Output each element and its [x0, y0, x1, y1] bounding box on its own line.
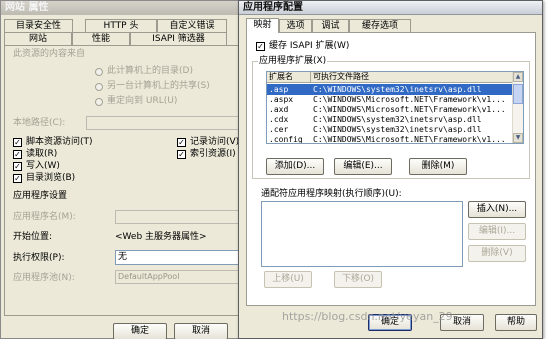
app-pool-label: 应用程序池(N): — [13, 273, 75, 283]
checkbox-read[interactable]: ✓ — [13, 150, 22, 159]
radio-local-directory[interactable] — [95, 68, 103, 76]
list-header-exec-path[interactable]: 可执行文件路径 — [311, 72, 514, 83]
scroll-down-icon[interactable]: ▼ — [513, 133, 523, 143]
checkbox-read-label: 读取(R) — [26, 149, 58, 159]
scroll-up-icon[interactable]: ▲ — [513, 72, 523, 82]
cache-isapi-label: 缓存 ISAPI 扩展(W) — [269, 41, 350, 51]
checkbox-log-visits-label: 记录访问(V) — [190, 137, 240, 147]
extensions-list-scrollbar[interactable]: ▲ ▼ — [512, 72, 523, 143]
checkbox-index-resource[interactable]: ✓ — [177, 150, 186, 159]
watermark: https://blog.csdn.net/yeyan_29... — [282, 310, 464, 323]
radio-network-share-label: 另一台计算机上的共享(S) — [107, 81, 210, 91]
help-button[interactable]: 帮助 — [495, 314, 537, 331]
app-configuration-dialog: 应用程序配置 映射 选项 调试 缓存选项 ✓ 缓存 ISAPI 扩展(W) 应用… — [238, 0, 543, 339]
app-extensions-group-label: 应用程序扩展(X) — [258, 56, 328, 67]
checkbox-directory-browsing[interactable]: ✓ — [13, 174, 22, 183]
list-row-ext: .config — [269, 135, 303, 144]
wildcard-mappings-list[interactable] — [261, 201, 463, 267]
tab-directory-security[interactable]: 目录安全性 — [4, 19, 73, 32]
radio-redirect-url[interactable] — [95, 98, 103, 106]
move-down-button[interactable]: 下移(O) — [334, 271, 382, 288]
checkbox-script-access-label: 脚本资源访问(T) — [26, 137, 93, 147]
content-source-label: 此资源的内容来自 — [13, 49, 86, 59]
tab-http-headers[interactable]: HTTP 头 — [85, 19, 157, 32]
start-point-value: <Web 主服务器属性> — [115, 232, 207, 242]
delete-wildcard-button[interactable]: 删除(V) — [468, 245, 526, 262]
local-path-label: 本地路径(C): — [13, 118, 66, 128]
app-configuration-title: 应用程序配置 — [239, 1, 542, 15]
list-row-path: C:\WINDOWS\Microsoft.NET\Framework\v1... — [313, 135, 506, 144]
exec-permissions-label: 执行权限(P): — [13, 253, 65, 263]
edit-wildcard-button[interactable]: 编辑(I)... — [468, 223, 526, 240]
radio-redirect-url-label: 重定向到 URL(U) — [107, 96, 178, 106]
scroll-thumb[interactable] — [513, 84, 523, 104]
website-properties-dialog: 网站 属性 目录安全性 HTTP 头 自定义错误 网站 性能 ISAPI 筛选器… — [0, 0, 245, 339]
back-cancel-button[interactable]: 取消 — [174, 323, 228, 339]
checkbox-script-access[interactable]: ✓ — [13, 138, 22, 147]
app-settings-heading: 应用程序设置 — [13, 191, 68, 201]
tab-options[interactable]: 选项 — [279, 19, 312, 32]
move-up-button[interactable]: 上移(U) — [264, 271, 312, 288]
checkbox-write[interactable]: ✓ — [13, 162, 22, 171]
list-row-config[interactable]: .config C:\WINDOWS\Microsoft.NET\Framewo… — [267, 134, 512, 144]
checkbox-index-resource-label: 索引资源(I) — [190, 149, 236, 159]
app-name-label: 应用程序名(M): — [13, 212, 76, 222]
tab-isapi-filters[interactable]: ISAPI 筛选器 — [130, 32, 227, 45]
add-extension-button[interactable]: 添加(D)... — [266, 158, 324, 175]
tab-debugging[interactable]: 调试 — [312, 19, 349, 32]
checkbox-log-visits[interactable]: ✓ — [177, 138, 186, 147]
list-header-extension[interactable]: 扩展名 — [267, 72, 311, 83]
extensions-listview[interactable]: 扩展名 可执行文件路径 .asp C:\WINDOWS\system32\ine… — [266, 71, 524, 144]
cache-isapi-checkbox[interactable]: ✓ — [256, 42, 265, 51]
back-ok-button[interactable]: 确定 — [113, 323, 167, 339]
tab-performance[interactable]: 性能 — [72, 32, 130, 45]
checkbox-directory-browsing-label: 目录浏览(B) — [26, 173, 76, 183]
wildcard-mappings-label: 通配符应用程序映射(执行顺序)(U): — [261, 189, 402, 199]
checkbox-write-label: 写入(W) — [26, 161, 60, 171]
app-pool-select[interactable]: DefaultAppPool — [115, 270, 244, 284]
radio-local-directory-label: 此计算机上的目录(D) — [107, 66, 193, 76]
local-path-field[interactable] — [86, 116, 244, 130]
app-name-field[interactable] — [115, 210, 244, 224]
tab-custom-errors[interactable]: 自定义错误 — [157, 19, 227, 32]
tab-mappings[interactable]: 映射 — [246, 18, 279, 33]
tab-website[interactable]: 网站 — [4, 32, 72, 45]
website-properties-title: 网站 属性 — [1, 1, 244, 15]
radio-network-share[interactable] — [95, 83, 103, 91]
delete-extension-button[interactable]: 删除(M) — [409, 158, 467, 175]
start-point-label: 开始位置: — [13, 232, 53, 242]
exec-permissions-select[interactable]: 无 — [115, 250, 244, 265]
edit-extension-button[interactable]: 编辑(E)... — [334, 158, 392, 175]
tab-cache-options[interactable]: 缓存选项 — [349, 19, 411, 32]
insert-wildcard-button[interactable]: 插入(N)... — [468, 201, 526, 218]
